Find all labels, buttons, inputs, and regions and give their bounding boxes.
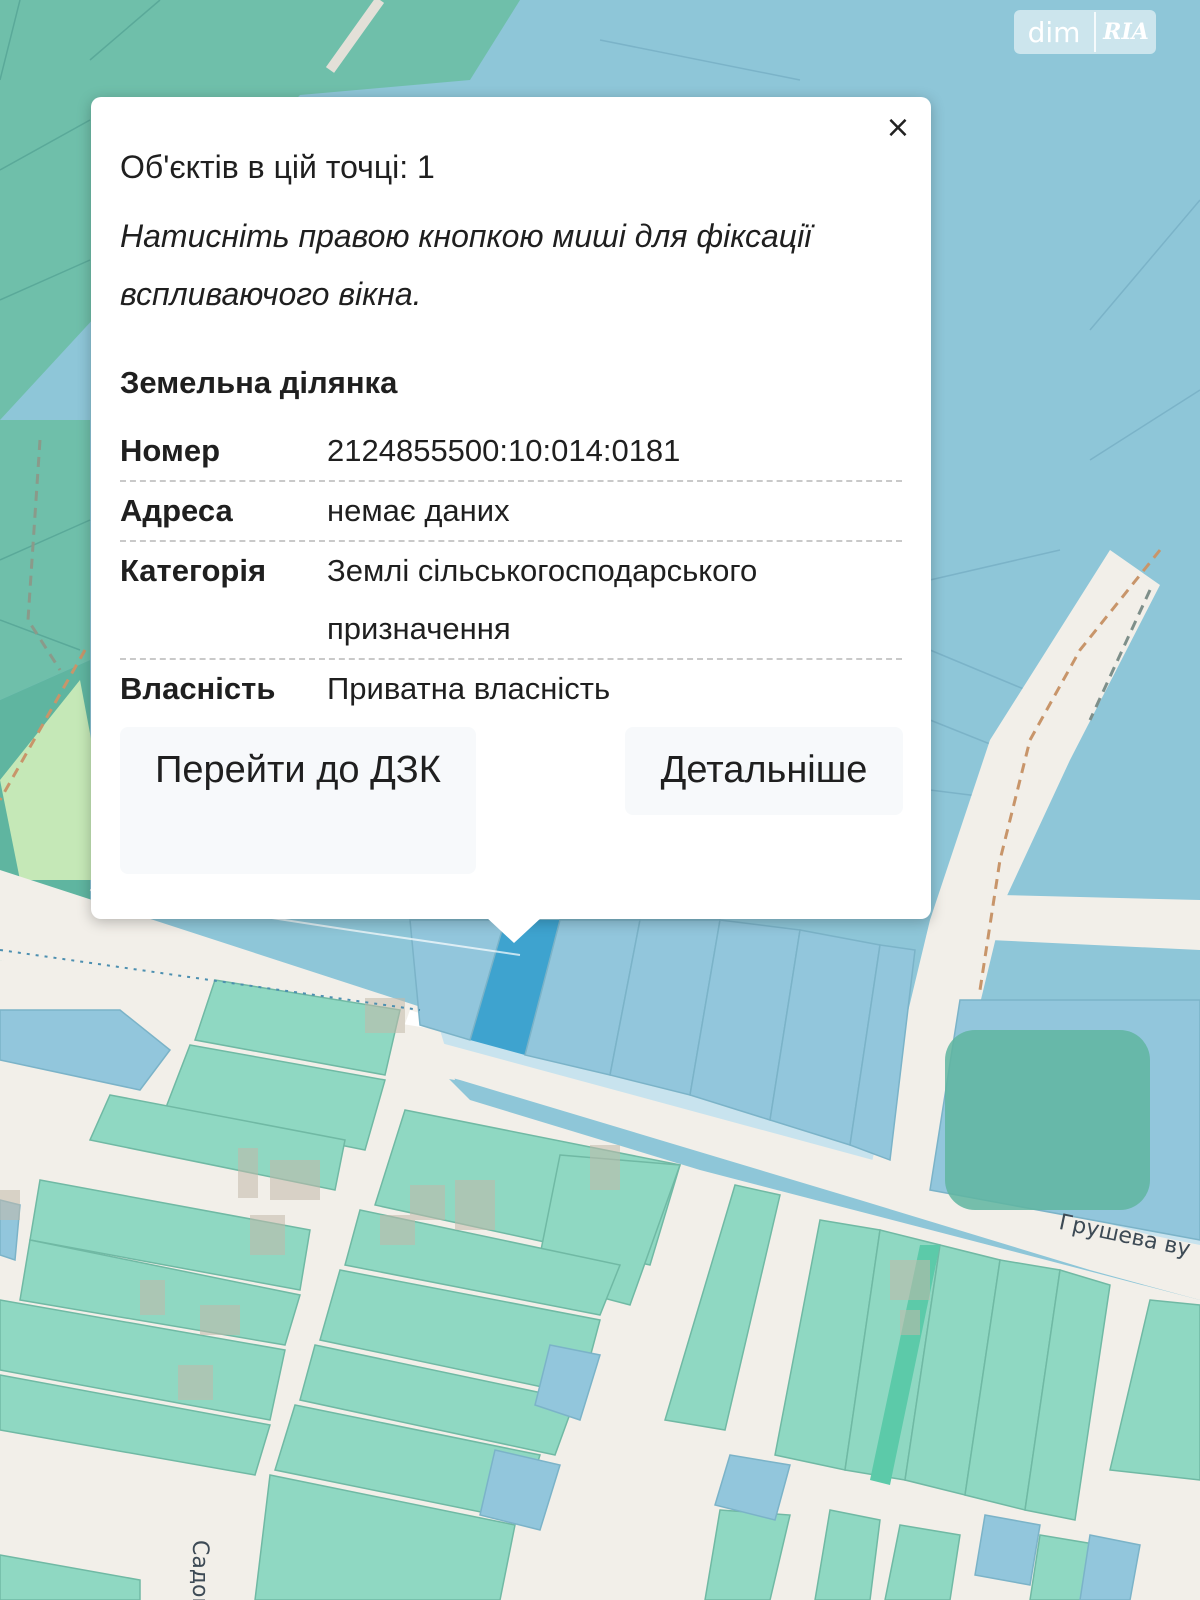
watermark-ria-text: RIA (1103, 19, 1149, 45)
info-key: Власність (120, 671, 276, 706)
section-title: Земельна ділянка (120, 365, 398, 400)
objects-count-text: Об'єктів в цій точці: 1 (120, 149, 435, 185)
details-button[interactable]: Детальніше (625, 727, 903, 815)
info-row-address: Адреса немає даних (120, 482, 902, 542)
sports-field (945, 1030, 1150, 1210)
ownership-value: Приватна власність (327, 671, 611, 706)
category-value: Землі сільськогосподарського призначення (327, 553, 758, 646)
info-key: Категорія (120, 553, 267, 588)
close-icon[interactable]: × (883, 113, 913, 143)
forest-area (0, 420, 90, 700)
parcel-info-popup: × Об'єктів в цій точці: 1 Натисніть прав… (91, 97, 931, 943)
info-row-ownership: Власність Приватна власність (120, 660, 902, 718)
info-row-number: Номер 2124855500:10:014:0181 (120, 422, 902, 482)
info-key: Номер (120, 433, 221, 468)
watermark-dim-text: dim (1027, 15, 1081, 49)
address-value: немає даних (327, 493, 510, 528)
popup-tip-arrow (486, 917, 542, 943)
cadastral-number: 2124855500:10:014:0181 (327, 433, 681, 468)
parcel-info-table: Номер 2124855500:10:014:0181 Адреса нема… (120, 422, 902, 718)
info-key: Адреса (120, 493, 233, 528)
street-label-sadova: Садов (187, 1540, 212, 1600)
info-row-category: Категорія Землі сільськогосподарського п… (120, 542, 902, 660)
go-to-dzk-button[interactable]: Перейти до ДЗК (120, 727, 476, 874)
pin-popup-hint: Натисніть правою кнопкою миші для фіксац… (120, 218, 812, 312)
dim-ria-watermark: dim RIA (1014, 10, 1156, 54)
